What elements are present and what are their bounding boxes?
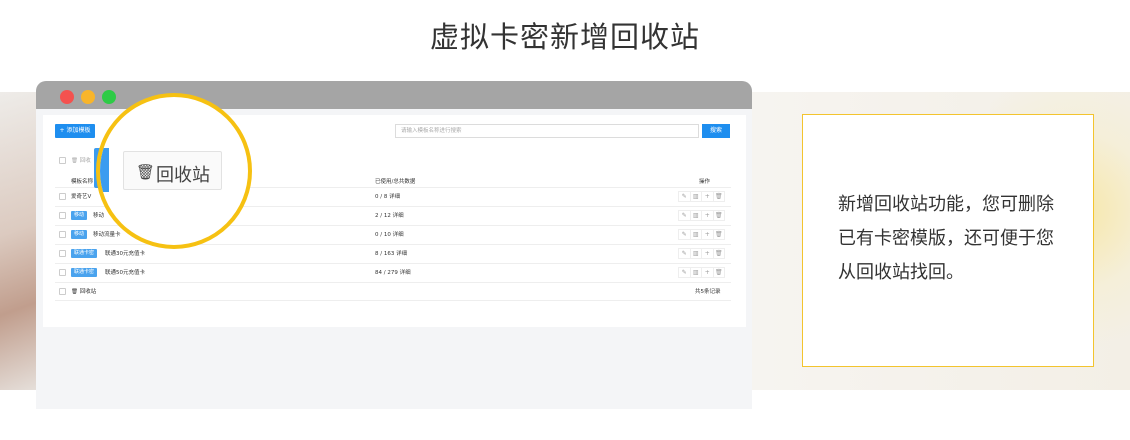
template-tag: 移动 — [71, 211, 88, 220]
maximize-window-button[interactable] — [102, 90, 116, 104]
row-checkbox[interactable] — [59, 193, 66, 200]
usage-count[interactable]: 2 / 12 详细 — [375, 211, 404, 219]
select-all-checkbox[interactable] — [59, 157, 66, 164]
table-footer-row: 🗑 回收站 共5条记录 — [55, 282, 731, 301]
row-actions: ✎ ▥ + 🗑 — [678, 248, 725, 259]
row-actions: ✎ ▥ + 🗑 — [678, 210, 725, 221]
search-input[interactable]: 请输入模板名称进行搜索 — [395, 124, 699, 138]
row-checkbox[interactable] — [59, 231, 66, 238]
row-checkbox[interactable] — [59, 212, 66, 219]
template-name: 移动流量卡 — [93, 232, 121, 238]
trash-icon[interactable]: 🗑 — [712, 267, 725, 278]
template-name: 联通30元充值卡 — [105, 251, 145, 257]
add-template-button[interactable]: + 添加模板 — [55, 124, 95, 138]
template-tag: 联通卡密 — [71, 268, 98, 277]
column-header-name: 模板名称 — [71, 179, 94, 185]
column-header-used: 已使用/总共数据 — [375, 179, 416, 185]
feature-description: 新增回收站功能，您可删除已有卡密模版，还可便于您从回收站找回。 — [838, 194, 1054, 283]
page: 虚拟卡密新增回收站 + 添加模板 请输入模板名称进行搜索 搜索 🗑 回收 模板名… — [0, 0, 1130, 440]
recycle-bin-link[interactable]: 🗑 回收站 — [71, 287, 96, 295]
trash-icon[interactable]: 🗑 — [712, 191, 725, 202]
batch-delete-button[interactable]: 🗑 回收 — [71, 156, 91, 164]
row-actions: ✎ ▥ + 🗑 — [678, 267, 725, 278]
lens-tab-marker — [100, 148, 109, 192]
trash-icon[interactable]: 🗑 — [712, 210, 725, 221]
trash-icon[interactable]: 🗑 — [712, 248, 725, 259]
recycle-bin-label: 回收站 — [156, 165, 210, 186]
usage-count[interactable]: 0 / 8 详细 — [375, 192, 400, 200]
page-title: 虚拟卡密新增回收站 — [429, 20, 700, 54]
minimize-window-button[interactable] — [81, 90, 95, 104]
close-window-button[interactable] — [60, 90, 74, 104]
row-checkbox[interactable] — [59, 269, 66, 276]
trash-icon: 🗑 — [136, 163, 156, 181]
feature-description-card: 新增回收站功能，您可删除已有卡密模版，还可便于您从回收站找回。 — [802, 114, 1094, 367]
usage-count[interactable]: 84 / 279 详细 — [375, 268, 411, 276]
search-button[interactable]: 搜索 — [702, 124, 730, 138]
template-tag: 移动 — [71, 230, 88, 239]
row-actions: ✎ ▥ + 🗑 — [678, 191, 725, 202]
template-name: 爱奇艺V — [71, 194, 92, 200]
row-actions: ✎ ▥ + 🗑 — [678, 229, 725, 240]
template-tag: 联通卡密 — [71, 249, 98, 258]
total-records: 共5条记录 — [695, 289, 721, 295]
template-name: 联通50元充值卡 — [105, 270, 145, 276]
footer-checkbox[interactable] — [59, 288, 66, 295]
column-header-ops: 操作 — [699, 179, 711, 185]
table-row: 联通卡密 联通50元充值卡 84 / 279 详细 ✎ ▥ + 🗑 — [55, 263, 731, 282]
usage-count[interactable]: 8 / 163 详细 — [375, 249, 407, 257]
row-checkbox[interactable] — [59, 250, 66, 257]
recycle-bin-button[interactable]: 🗑 回收站 — [123, 151, 222, 190]
template-name: 移动 — [93, 213, 105, 219]
trash-icon[interactable]: 🗑 — [712, 229, 725, 240]
zoom-lens: 🗑 回收站 — [96, 93, 252, 249]
usage-count[interactable]: 0 / 10 详细 — [375, 230, 404, 238]
